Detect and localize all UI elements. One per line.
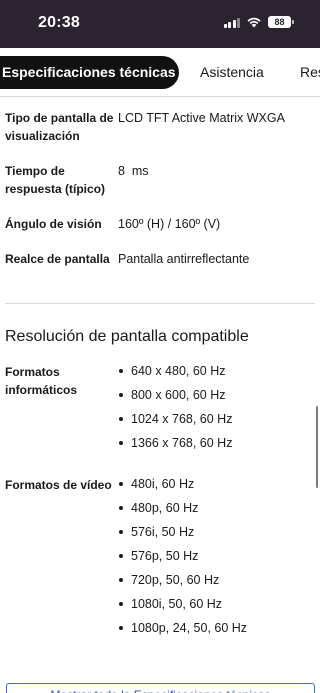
list-item: 480i, 60 Hz — [118, 472, 247, 496]
list-item: 800 x 600, 60 Hz — [118, 383, 232, 407]
tabs-divider — [0, 96, 320, 97]
list-item: 640 x 480, 60 Hz — [118, 359, 232, 383]
show-all-specs-button[interactable]: Mostrar todo la Especificaciones técnica… — [6, 683, 315, 693]
section-divider — [5, 303, 315, 304]
signal-icon — [223, 17, 240, 28]
tab-partial-next[interactable]: Res — [300, 56, 320, 89]
spec-label-display-type: Tipo de pantalla de visualización — [5, 111, 114, 143]
video-formats-list: 480i, 60 Hz 480p, 60 Hz 576i, 50 Hz 576p… — [118, 472, 247, 640]
spec-value-viewing-angle: 160º (H) / 160º (V) — [118, 217, 221, 231]
list-item: 1080i, 50, 60 Hz — [118, 592, 247, 616]
battery-icon: 88 — [268, 16, 294, 28]
wifi-icon — [247, 17, 261, 28]
list-item: 1080p, 24, 50, 60 Hz — [118, 616, 247, 640]
list-item: 720p, 50, 60 Hz — [118, 568, 247, 592]
tab-asistencia[interactable]: Asistencia — [200, 56, 264, 89]
spec-value-response-time: 8 ms — [118, 164, 149, 178]
tab-especificaciones-tecnicas[interactable]: Especificaciones técnicas — [0, 56, 179, 89]
status-icons: 88 — [223, 16, 294, 28]
list-item: 1366 x 768, 60 Hz — [118, 431, 232, 455]
spec-label-video-formats: Formatos de vídeo — [5, 478, 112, 492]
spec-label-viewing-angle: Ángulo de visión — [5, 217, 102, 231]
spec-label-response-time: Tiempo de respuesta (típico) — [5, 164, 106, 196]
battery-level: 88 — [268, 16, 291, 28]
list-item: 1024 x 768, 60 Hz — [118, 407, 232, 431]
status-time: 20:38 — [38, 14, 80, 31]
list-item: 576p, 50 Hz — [118, 544, 247, 568]
list-item: 480p, 60 Hz — [118, 496, 247, 520]
list-item: 576i, 50 Hz — [118, 520, 247, 544]
computer-formats-list: 640 x 480, 60 Hz 800 x 600, 60 Hz 1024 x… — [118, 359, 232, 455]
spec-label-computer-formats: Formatos informáticos — [5, 365, 78, 397]
spec-value-screen-enhancement: Pantalla antirreflectante — [118, 252, 250, 266]
section-title-resolution: Resolución de pantalla compatible — [5, 328, 249, 345]
spec-label-screen-enhancement: Realce de pantalla — [5, 252, 110, 266]
status-bar: 20:38 88 — [0, 0, 320, 48]
tab-bar: Especificaciones técnicas Asistencia Res — [0, 48, 320, 96]
spec-value-display-type: LCD TFT Active Matrix WXGA — [118, 111, 285, 125]
scrollbar-thumb[interactable] — [316, 406, 318, 488]
